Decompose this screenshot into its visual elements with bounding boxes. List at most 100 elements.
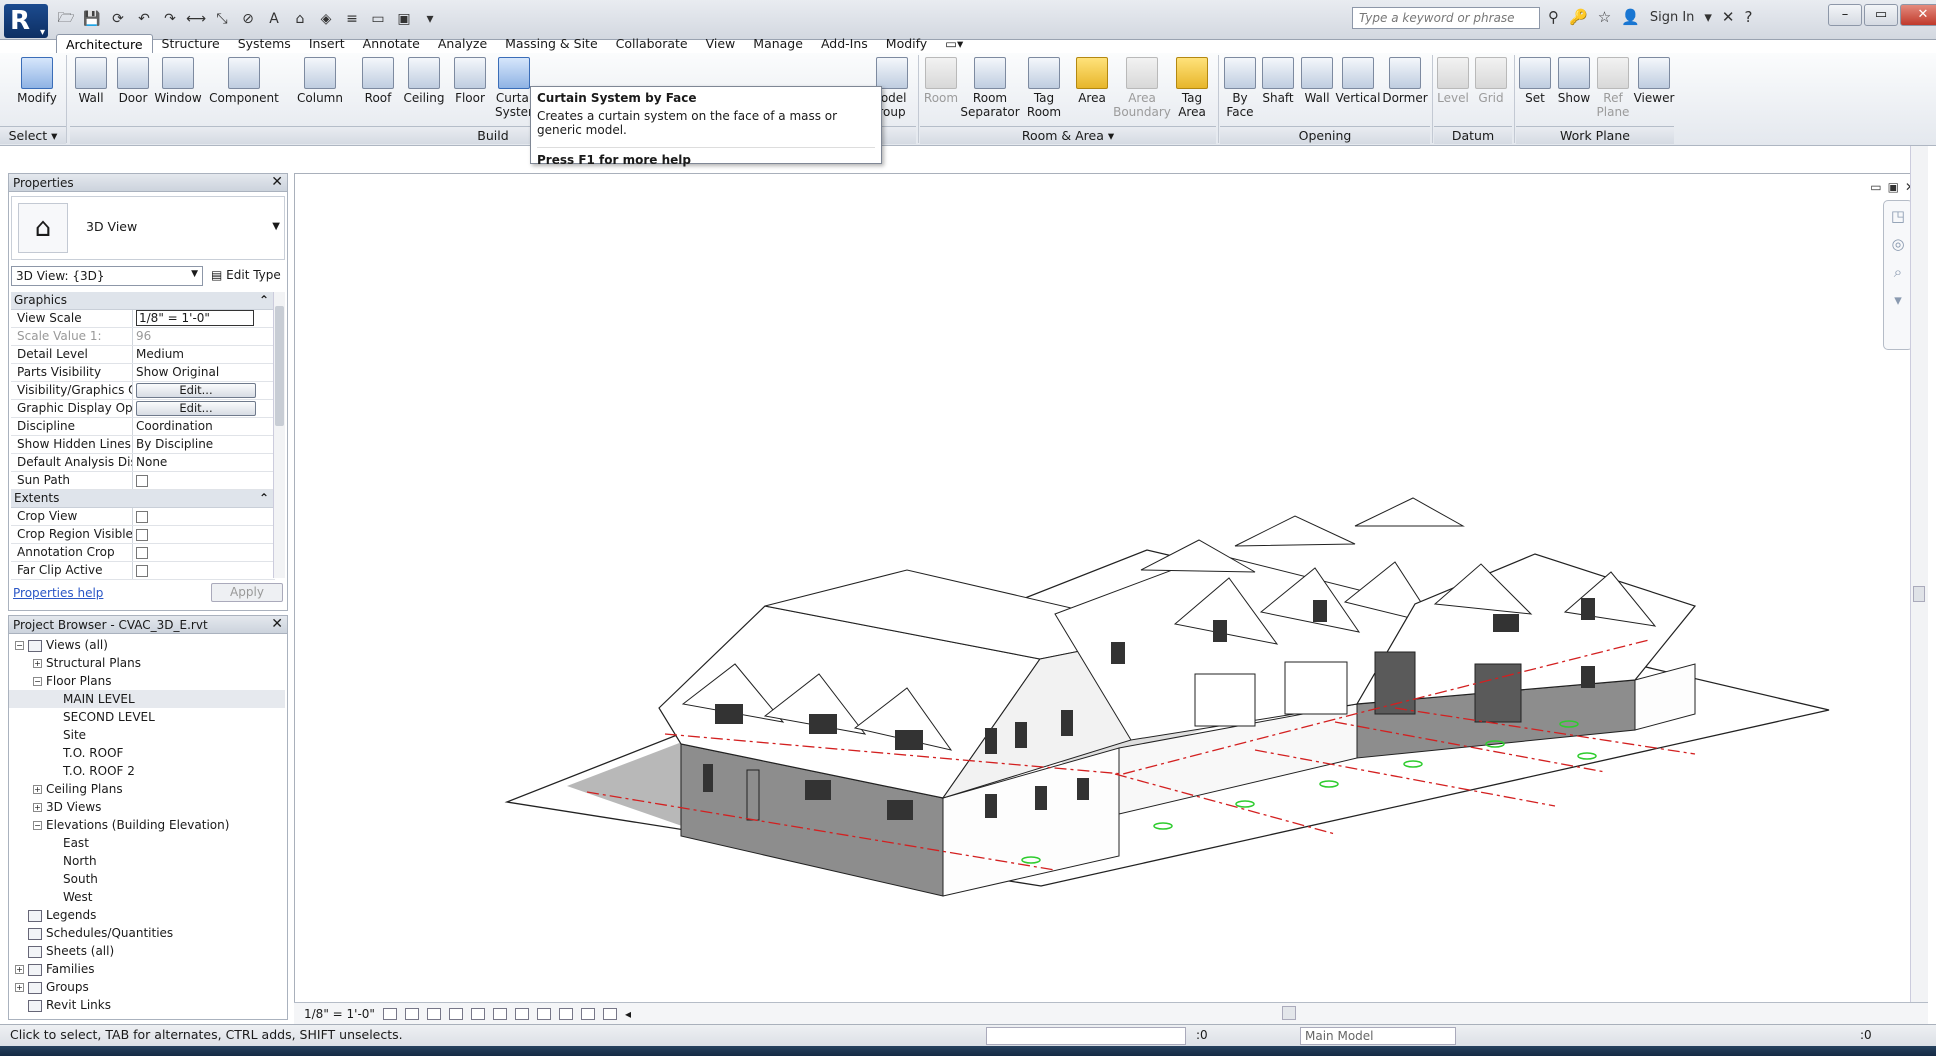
subscription-icon[interactable]: 🔑 xyxy=(1569,8,1588,26)
ref-plane-button[interactable]: Ref Plane xyxy=(1596,57,1630,119)
sign-in-link[interactable]: Sign In xyxy=(1650,10,1695,25)
text-icon[interactable]: A xyxy=(264,9,284,29)
tag-area-button[interactable]: Tag Area xyxy=(1174,57,1210,119)
show-button[interactable]: Show xyxy=(1556,57,1592,105)
qat-dropdown-icon[interactable]: ▾ xyxy=(420,9,440,29)
tab-architecture[interactable]: Architecture xyxy=(56,34,153,54)
level-button[interactable]: Level xyxy=(1436,57,1470,105)
browser-node[interactable]: +3D Views xyxy=(9,798,285,816)
wall-button[interactable]: Wall xyxy=(74,57,108,105)
roof-button[interactable]: Roof xyxy=(360,57,396,105)
window-button[interactable]: Window xyxy=(154,57,202,105)
shadows-icon[interactable] xyxy=(448,1007,463,1020)
browser-node[interactable]: MAIN LEVEL xyxy=(9,690,285,708)
column-button[interactable]: Column xyxy=(296,57,344,105)
set-button[interactable]: Set xyxy=(1518,57,1552,105)
section-icon[interactable]: ◈ xyxy=(316,9,336,29)
expand-icon[interactable]: + xyxy=(33,659,42,668)
tab-view[interactable]: View xyxy=(697,34,745,54)
close-hidden-icon[interactable]: ▭ xyxy=(368,9,388,29)
switch-windows-icon[interactable]: ▣ xyxy=(394,9,414,29)
browser-node[interactable]: Schedules/Quantities xyxy=(9,924,285,942)
ceiling-button[interactable]: Ceiling xyxy=(402,57,446,105)
lock-view-icon[interactable] xyxy=(536,1007,551,1020)
browser-node[interactable]: − Views (all) xyxy=(9,636,285,654)
browser-node[interactable]: − Floor Plans xyxy=(9,672,285,690)
visual-style-icon[interactable] xyxy=(404,1007,419,1020)
prop-value[interactable]: By Discipline xyxy=(133,436,275,453)
prop-value[interactable]: None xyxy=(133,454,275,471)
viewer-button[interactable]: Viewer xyxy=(1634,57,1674,105)
browser-node[interactable]: T.O. ROOF xyxy=(9,744,285,762)
browser-node[interactable]: Sheets (all) xyxy=(9,942,285,960)
by-face-button[interactable]: By Face xyxy=(1222,57,1258,119)
thin-lines-icon[interactable]: ≡ xyxy=(342,9,362,29)
expand-icon[interactable]: + xyxy=(33,785,42,794)
scroll-thumb[interactable] xyxy=(275,306,284,426)
room-area-panel-label[interactable]: Room & Area ▾ xyxy=(920,126,1216,144)
browser-node[interactable]: T.O. ROOF 2 xyxy=(9,762,285,780)
category-extents[interactable]: Extents ⌃ xyxy=(11,490,275,508)
collapse-icon[interactable]: − xyxy=(33,677,42,686)
curtain-system-button[interactable]: Curtai Syster xyxy=(494,57,534,119)
browser-node[interactable]: East xyxy=(9,834,285,852)
tab-add-ins[interactable]: Add-Ins xyxy=(812,34,877,54)
browser-node[interactable]: + Groups xyxy=(9,978,285,996)
floor-button[interactable]: Floor xyxy=(452,57,488,105)
help-icon[interactable]: ? xyxy=(1745,8,1753,26)
expand-icon[interactable]: + xyxy=(15,983,24,992)
browser-node[interactable]: South xyxy=(9,870,285,888)
crop-view-checkbox[interactable] xyxy=(136,511,148,523)
undo-icon[interactable]: ↶ xyxy=(134,9,154,29)
filter-count[interactable]: :0 xyxy=(1860,1025,1872,1045)
design-option-select[interactable]: Main Model xyxy=(1300,1027,1456,1045)
crop-view-icon[interactable] xyxy=(492,1007,507,1020)
binoculars-icon[interactable]: ⚲ xyxy=(1548,8,1559,26)
annotation-crop-checkbox[interactable] xyxy=(136,547,148,559)
vertical-button[interactable]: Vertical xyxy=(1336,57,1380,105)
tab-manage[interactable]: Manage xyxy=(744,34,812,54)
temporary-hide-icon[interactable] xyxy=(558,1007,573,1020)
category-graphics[interactable]: Graphics ⌃ xyxy=(11,292,275,310)
collapse-icon[interactable]: ⌃ xyxy=(259,490,269,507)
wall-opening-button[interactable]: Wall xyxy=(1300,57,1334,105)
crop-region-icon[interactable] xyxy=(514,1007,529,1020)
collapse-icon[interactable]: − xyxy=(33,821,42,830)
user-icon[interactable]: 👤 xyxy=(1621,8,1640,26)
view-scale-field[interactable]: 1/8" = 1'-0" xyxy=(133,310,275,327)
component-button[interactable]: Component xyxy=(209,57,279,105)
analysis-display-icon[interactable] xyxy=(602,1007,617,1020)
tab-insert[interactable]: Insert xyxy=(300,34,354,54)
room-button[interactable]: Room xyxy=(922,57,960,105)
save-icon[interactable]: 💾 xyxy=(82,9,102,29)
detail-level-icon[interactable] xyxy=(382,1007,397,1020)
browser-node[interactable]: + Ceiling Plans xyxy=(9,780,285,798)
chevron-left-icon[interactable]: ◂ xyxy=(625,1007,631,1021)
reveal-hidden-icon[interactable] xyxy=(580,1007,595,1020)
tag-icon[interactable]: ⊘ xyxy=(238,9,258,29)
vertical-scrollbar[interactable] xyxy=(1910,146,1928,1021)
far-clip-active-checkbox[interactable] xyxy=(136,565,148,577)
browser-node[interactable]: + Structural Plans xyxy=(9,654,285,672)
prop-value[interactable]: Coordination xyxy=(133,418,275,435)
grid-button[interactable]: Grid xyxy=(1474,57,1508,105)
rendering-icon[interactable] xyxy=(470,1007,485,1020)
area-button[interactable]: Area xyxy=(1074,57,1110,105)
properties-help-link[interactable]: Properties help xyxy=(13,586,103,600)
shaft-button[interactable]: Shaft xyxy=(1260,57,1296,105)
open-icon[interactable]: 🗁 xyxy=(56,9,76,29)
chevron-down-icon[interactable]: ▾ xyxy=(1704,8,1712,26)
close-icon[interactable]: ✕ xyxy=(271,174,283,190)
browser-node[interactable]: − Elevations (Building Elevation) xyxy=(9,816,285,834)
sun-path-icon[interactable] xyxy=(426,1007,441,1020)
view-scale-value[interactable]: 1/8" = 1'-0" xyxy=(136,310,254,326)
drawing-area[interactable]: ▭▣✕ ◳ ◎ ⌕ ▾ xyxy=(294,173,1928,1021)
room-separator-button[interactable]: Room Separator xyxy=(960,57,1020,119)
browser-node[interactable]: Revit Links xyxy=(9,996,285,1014)
browser-node[interactable]: North xyxy=(9,852,285,870)
tab-modify[interactable]: Modify xyxy=(877,34,936,54)
tab-structure[interactable]: Structure xyxy=(153,34,229,54)
area-boundary-button[interactable]: Area Boundary xyxy=(1113,57,1171,119)
horizontal-scroll-thumb[interactable] xyxy=(1282,1006,1296,1020)
tab-annotate[interactable]: Annotate xyxy=(354,34,429,54)
